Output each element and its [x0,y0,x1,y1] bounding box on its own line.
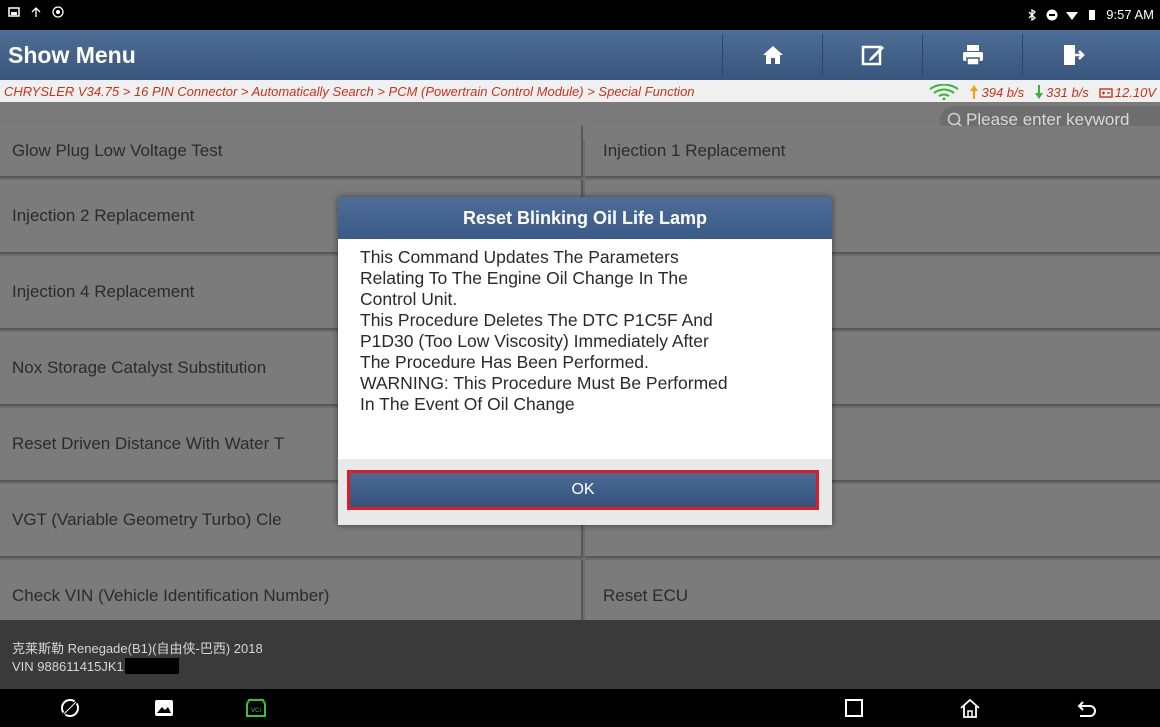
recents-icon[interactable] [842,696,866,720]
navigation-bar: VCI [0,689,1160,727]
home-nav-icon[interactable] [958,696,982,720]
svg-text:VCI: VCI [251,707,261,714]
reset-oil-lamp-dialog: Reset Blinking Oil Life Lamp This Comman… [338,197,832,525]
gallery-icon[interactable] [152,696,176,720]
dialog-title: Reset Blinking Oil Life Lamp [338,197,832,239]
dialog-footer: OK [338,459,832,525]
vci-icon[interactable]: VCI [244,696,268,720]
ok-button[interactable]: OK [347,470,819,510]
browser-icon[interactable] [58,696,82,720]
dialog-message: This Command Updates The Parameters Rela… [360,247,728,414]
back-icon[interactable] [1074,696,1098,720]
